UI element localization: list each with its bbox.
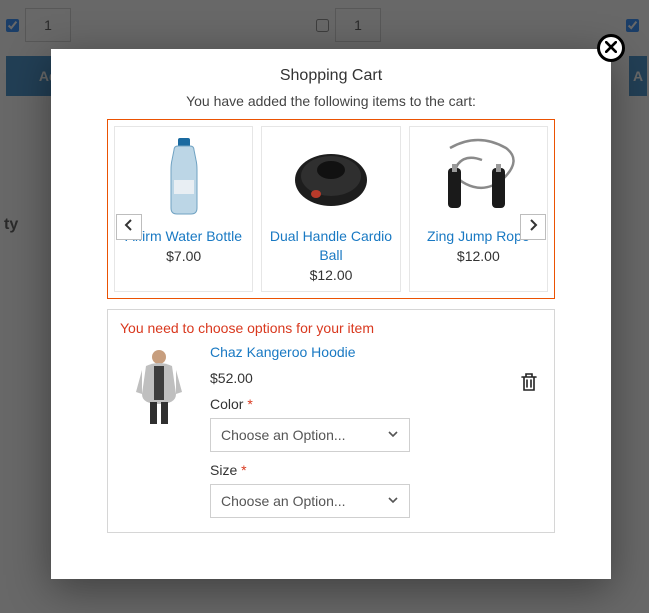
chevron-right-icon <box>528 218 538 236</box>
modal-subtitle: You have added the following items to th… <box>57 93 605 119</box>
color-label: Color <box>210 396 243 412</box>
chevron-down-icon <box>387 493 399 509</box>
carousel-next-button[interactable] <box>520 214 546 240</box>
modal-title: Shopping Cart <box>57 55 605 93</box>
color-select-value: Choose an Option... <box>221 427 346 443</box>
remove-item-button[interactable] <box>520 372 538 395</box>
size-select-value: Choose an Option... <box>221 493 346 509</box>
required-asterisk: * <box>247 396 252 412</box>
carousel-prev-button[interactable] <box>116 214 142 240</box>
added-items-carousel: Affirm Water Bottle $7.00 Dual Handle Ca… <box>107 119 555 299</box>
close-icon <box>605 40 617 56</box>
configure-item-box: You need to choose options for your item… <box>107 309 555 533</box>
product-image-bottle <box>115 127 252 223</box>
shopping-cart-modal: Shopping Cart You have added the followi… <box>51 49 611 579</box>
product-image-ball <box>262 127 399 223</box>
size-select[interactable]: Choose an Option... <box>210 484 410 518</box>
options-product-price: $52.00 <box>210 370 542 386</box>
carousel-card: Zing Jump Rope $12.00 <box>409 126 548 292</box>
product-image-hoodie <box>120 344 198 428</box>
product-image-rope <box>410 127 547 223</box>
size-label: Size <box>210 462 237 478</box>
color-select[interactable]: Choose an Option... <box>210 418 410 452</box>
chevron-left-icon <box>124 218 134 236</box>
trash-icon <box>520 379 538 395</box>
product-price: $7.00 <box>166 246 201 264</box>
product-link[interactable]: Zing Jump Rope <box>421 223 536 246</box>
chevron-down-icon <box>387 427 399 443</box>
options-product-link[interactable]: Chaz Kangeroo Hoodie <box>210 344 542 360</box>
options-warning: You need to choose options for your item <box>120 320 542 336</box>
product-price: $12.00 <box>310 265 353 283</box>
carousel-card: Dual Handle Cardio Ball $12.00 <box>261 126 400 292</box>
product-link[interactable]: Dual Handle Cardio Ball <box>262 223 399 265</box>
product-price: $12.00 <box>457 246 500 264</box>
required-asterisk: * <box>241 462 246 478</box>
carousel-card: Affirm Water Bottle $7.00 <box>114 126 253 292</box>
close-button[interactable] <box>597 34 625 62</box>
